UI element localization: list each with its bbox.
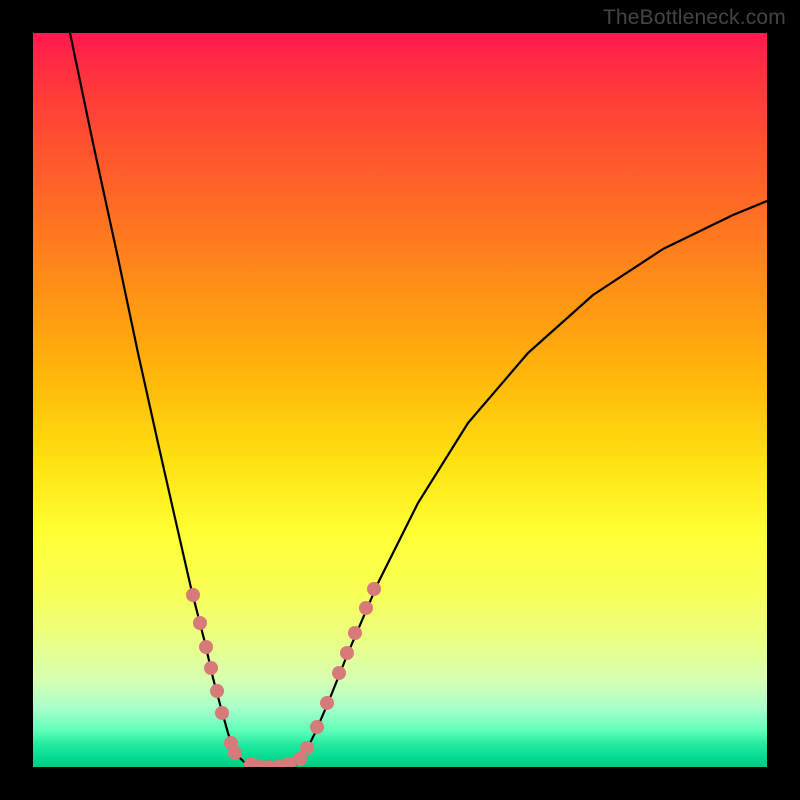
bottleneck-curve-chart (33, 33, 767, 767)
bottleneck-curve (70, 33, 767, 767)
data-bead (215, 706, 229, 720)
data-bead (228, 746, 242, 760)
data-bead (193, 616, 207, 630)
plot-area (33, 33, 767, 767)
data-bead (199, 640, 213, 654)
data-bead (204, 661, 218, 675)
outer-frame: TheBottleneck.com (0, 0, 800, 800)
data-bead (210, 684, 224, 698)
data-bead (348, 626, 362, 640)
data-bead (310, 720, 324, 734)
data-bead (300, 741, 314, 755)
data-bead (359, 601, 373, 615)
data-bead (340, 646, 354, 660)
watermark-text: TheBottleneck.com (603, 6, 786, 30)
data-bead (320, 696, 334, 710)
data-bead (367, 582, 381, 596)
data-bead (332, 666, 346, 680)
data-bead (186, 588, 200, 602)
